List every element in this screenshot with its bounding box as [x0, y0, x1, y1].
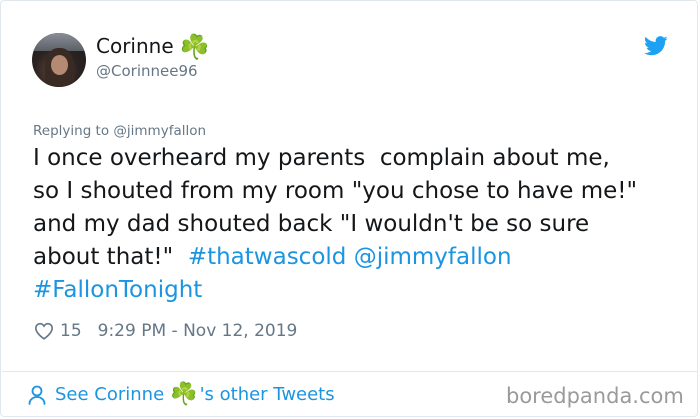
tweet-line-5: #FallonTonight: [33, 274, 683, 307]
heart-icon[interactable]: [34, 322, 54, 340]
tweet-line-4: about that!" #thatwascold @jimmyfallon: [33, 241, 683, 274]
tweet-card: Corinne ☘️ @Corinnee96 Replying to @jimmy…: [0, 0, 698, 417]
user-name-text[interactable]: Corinne: [96, 34, 174, 58]
watermark: boredpanda.com: [506, 384, 684, 408]
see-other-suffix[interactable]: 's other Tweets: [200, 383, 335, 407]
shamrock-icon: ☘️: [179, 33, 210, 61]
mention-jimmyfallon-link[interactable]: @jimmyfallon: [354, 244, 512, 270]
tweet-line-1: I once overheard my parents complain abo…: [33, 145, 610, 171]
shamrock-icon: ☘️: [170, 382, 198, 407]
tweet-line-2: so I shouted from my room "you chose to …: [33, 178, 638, 204]
timestamp-link[interactable]: 9:29 PM - Nov 12, 2019: [98, 320, 298, 342]
see-other-prefix[interactable]: See Corinne: [55, 383, 164, 407]
replying-prefix: Replying to: [33, 123, 114, 139]
replying-to: Replying to @jimmyfallon: [33, 122, 206, 140]
user-name[interactable]: Corinne ☘️: [96, 34, 210, 59]
tweet-meta: 15 9:29 PM - Nov 12, 2019: [34, 320, 297, 342]
avatar[interactable]: [32, 33, 86, 87]
divider: [2, 371, 698, 372]
hashtag-thatwascold-link[interactable]: #thatwascold: [188, 244, 347, 270]
twitter-bird-icon[interactable]: [644, 36, 668, 56]
replying-mention-link[interactable]: @jimmyfallon: [113, 123, 206, 139]
see-other-tweets-link[interactable]: See Corinne ☘️'s other Tweets: [28, 383, 335, 407]
tweet-line-4-text: about that!": [33, 244, 188, 270]
person-icon: [28, 385, 46, 405]
user-handle[interactable]: @Corinnee96: [96, 62, 198, 80]
hashtag-fallontonight-link[interactable]: #FallonTonight: [33, 277, 202, 303]
tweet-line-3: and my dad shouted back "I wouldn't be s…: [33, 211, 590, 237]
tweet-text: I once overheard my parents complain abo…: [33, 142, 683, 307]
like-count[interactable]: 15: [60, 320, 82, 342]
